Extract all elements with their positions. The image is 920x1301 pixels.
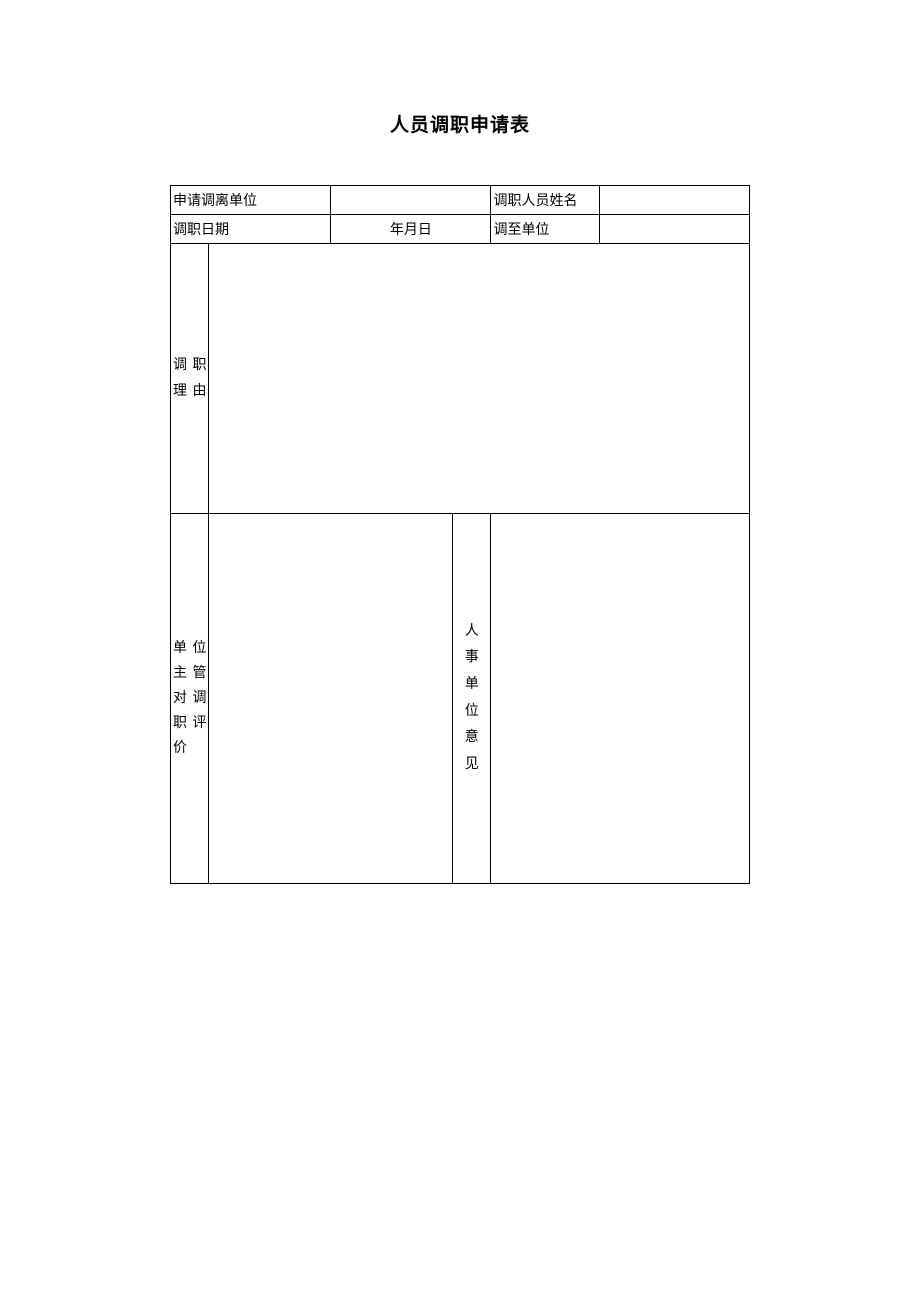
row-transfer-date: 调职日期 年月日 调至单位 — [171, 215, 750, 244]
label-depart-unit: 申请调离单位 — [171, 186, 331, 215]
label-reason: 调职理由 — [171, 244, 209, 514]
label-person-name: 调职人员姓名 — [491, 186, 600, 215]
value-target-unit — [600, 215, 750, 244]
label-transfer-date: 调职日期 — [171, 215, 331, 244]
document-title: 人员调职申请表 — [170, 110, 750, 137]
row-depart-unit: 申请调离单位 调职人员姓名 — [171, 186, 750, 215]
value-hr-opinion — [491, 514, 750, 884]
label-hr-opinion: 人 事 单 位 意 见 — [453, 514, 491, 884]
value-person-name — [600, 186, 750, 215]
value-reason — [209, 244, 750, 514]
row-opinions: 单位主管对调职评价 人 事 单 位 意 见 — [171, 514, 750, 884]
value-transfer-date: 年月日 — [331, 215, 491, 244]
value-supervisor-opinion — [209, 514, 453, 884]
row-reason: 调职理由 — [171, 244, 750, 514]
value-depart-unit — [331, 186, 491, 215]
label-supervisor-opinion: 单位主管对调职评价 — [171, 514, 209, 884]
application-form-table: 申请调离单位 调职人员姓名 调职日期 年月日 调至单位 调职理由 单位主管对调职… — [170, 185, 750, 884]
label-target-unit: 调至单位 — [491, 215, 600, 244]
